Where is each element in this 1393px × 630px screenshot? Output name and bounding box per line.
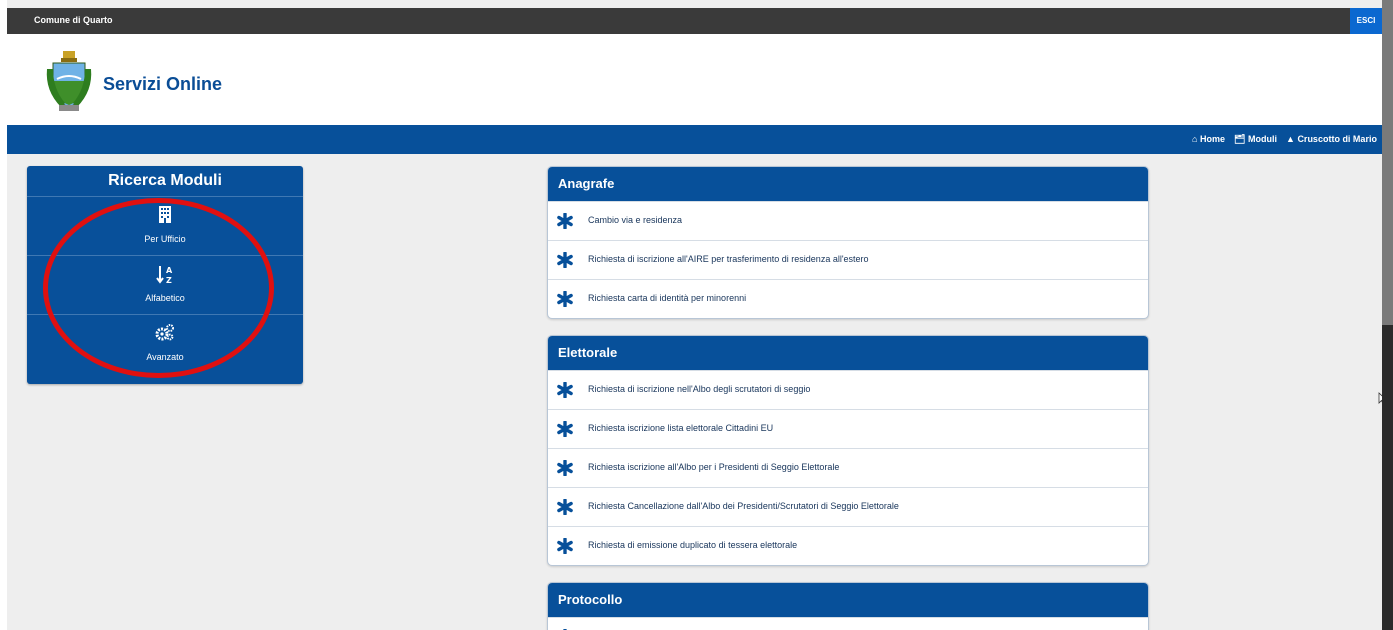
asterisk-icon	[557, 499, 573, 515]
nav-moduli-link[interactable]: 🗂 Moduli	[1234, 134, 1277, 145]
asterisk-icon	[557, 460, 573, 476]
window-left-edge	[0, 0, 7, 630]
scrollbar-thumb[interactable]	[1382, 0, 1393, 325]
home-icon: ⌂	[1192, 134, 1198, 144]
nav-home-link[interactable]: ⌂ Home	[1192, 134, 1225, 144]
module-link[interactable]: Richiesta di iscrizione all'AIRE per tra…	[548, 240, 1148, 279]
module-link[interactable]: Cambio via e residenza	[548, 201, 1148, 240]
module-link[interactable]: Richiesta di iscrizione nell'Albo degli …	[548, 370, 1148, 409]
asterisk-icon	[557, 421, 573, 437]
site-title: Servizi Online	[103, 74, 223, 94]
nav-moduli-label: Moduli	[1247, 134, 1277, 144]
asterisk-icon	[557, 291, 573, 307]
module-link[interactable]: Richiesta Cancellazione dall'Albo dei Pr…	[548, 487, 1148, 526]
asterisk-icon	[557, 252, 573, 268]
asterisk-icon	[557, 538, 573, 554]
module-link-label: Richiesta iscrizione all'Albo per i Pres…	[588, 462, 840, 472]
annotation-highlight-circle	[43, 198, 274, 378]
mouse-cursor-icon	[1378, 392, 1382, 404]
nav-home-label: Home	[1199, 134, 1225, 144]
asterisk-icon	[557, 382, 573, 398]
nav-bar: ⌂ Home 🗂 Moduli ▲ Cruscotto di Mario	[7, 125, 1382, 154]
folder-open-icon: 🗂	[1234, 134, 1246, 144]
org-name: Comune di Quarto	[34, 15, 113, 25]
section-title: Anagrafe	[548, 167, 1148, 201]
module-link[interactable]: Richiesta iscrizione all'Albo per i Pres…	[548, 448, 1148, 487]
module-link-label: Cambio via e residenza	[588, 215, 683, 225]
module-link[interactable]: Richiesta carta di identità per minorenn…	[548, 279, 1148, 318]
municipal-crest-logo	[46, 51, 92, 111]
brand-header: Servizi Online	[7, 34, 1382, 125]
section-title: Elettorale	[548, 336, 1148, 370]
section-title: Protocollo	[548, 583, 1148, 617]
module-link[interactable]: Richiesta di emissione duplicato di tess…	[548, 526, 1148, 565]
nav-cruscotto-link[interactable]: ▲ Cruscotto di Mario	[1286, 134, 1377, 144]
module-link[interactable]: Richiesta iscrizione lista elettorale Ci…	[548, 409, 1148, 448]
top-bar: Comune di Quarto ESCI	[7, 8, 1382, 34]
nav-cruscotto-label: Cruscotto di Mario	[1297, 134, 1377, 144]
asterisk-icon	[557, 213, 573, 229]
section-card-protocollo: Protocollo	[547, 582, 1149, 630]
module-link-label: Richiesta iscrizione lista elettorale Ci…	[588, 423, 774, 433]
module-link-label: Richiesta di iscrizione all'AIRE per tra…	[588, 254, 869, 264]
module-link[interactable]	[548, 617, 1148, 630]
logout-button[interactable]: ESCI	[1350, 8, 1382, 34]
page: Comune di Quarto ESCI Servizi Online ⌂ H…	[7, 8, 1382, 630]
section-card-elettorale: Elettorale Richiesta di iscrizione nell'…	[547, 335, 1149, 566]
window-scrollbar[interactable]	[1382, 0, 1393, 630]
module-link-label: Richiesta di emissione duplicato di tess…	[588, 540, 798, 550]
panel-title: Ricerca Moduli	[108, 172, 222, 189]
module-link-label: Richiesta Cancellazione dall'Albo dei Pr…	[588, 501, 899, 511]
car-icon: ▲	[1286, 134, 1295, 144]
module-link-label: Richiesta carta di identità per minorenn…	[588, 293, 747, 303]
module-link-label: Richiesta di iscrizione nell'Albo degli …	[588, 384, 811, 394]
section-card-anagrafe: Anagrafe Cambio via e residenza Richiest…	[547, 166, 1149, 319]
